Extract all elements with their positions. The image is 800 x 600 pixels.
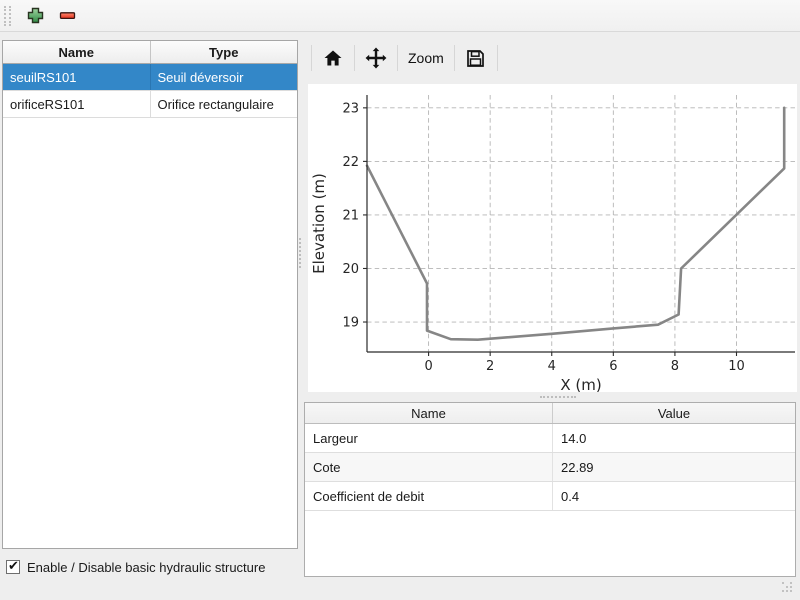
property-value[interactable]: 22.89 — [553, 453, 795, 481]
toolbar-separator — [497, 45, 498, 71]
plot-pan-button[interactable] — [360, 43, 392, 73]
remove-structure-button[interactable] — [53, 3, 81, 29]
property-value[interactable]: 14.0 — [553, 424, 795, 452]
svg-text:23: 23 — [342, 101, 359, 116]
structures-table-header: Name Type — [3, 41, 297, 64]
cross-section-figure: 0 2 4 6 8 10 19 20 21 22 23 X (m) Elevation (m) — [308, 84, 797, 392]
cell-name[interactable]: orificeRS101 — [3, 91, 151, 117]
svg-text:22: 22 — [342, 155, 359, 170]
enable-structure-checkbox-row[interactable]: Enable / Disable basic hydraulic structu… — [6, 558, 265, 576]
add-structure-button[interactable] — [21, 3, 49, 29]
home-icon — [323, 49, 343, 67]
svg-text:2: 2 — [486, 359, 494, 374]
toolbar-separator — [454, 45, 455, 71]
properties-table: Name Value Largeur 14.0 Cote 22.89 Coeff… — [304, 402, 796, 577]
plot-save-button[interactable] — [460, 43, 492, 73]
cell-type[interactable]: Seuil déversoir — [151, 64, 298, 90]
structures-table: Name Type seuilRS101 Seuil déversoir ori… — [2, 40, 298, 549]
panel-splitter-handle[interactable] — [299, 238, 304, 268]
plot-zoom-button[interactable]: Zoom — [403, 43, 449, 73]
plot-toolbar: Zoom — [306, 42, 503, 74]
svg-text:Elevation (m): Elevation (m) — [310, 173, 328, 274]
enable-structure-checkbox-label: Enable / Disable basic hydraulic structu… — [27, 560, 265, 575]
svg-text:19: 19 — [342, 316, 359, 331]
minus-icon — [59, 7, 76, 24]
enable-structure-checkbox[interactable] — [6, 560, 20, 574]
window-resize-grip[interactable] — [782, 582, 792, 592]
toolbar-drag-handle[interactable] — [4, 6, 11, 26]
cross-section-chart[interactable]: 0 2 4 6 8 10 19 20 21 22 23 X (m) Elevation (m) — [308, 84, 797, 392]
svg-text:X (m): X (m) — [560, 376, 601, 392]
svg-text:4: 4 — [548, 359, 556, 374]
svg-text:20: 20 — [342, 262, 359, 277]
main-toolbar — [0, 0, 800, 32]
property-name[interactable]: Cote — [305, 453, 553, 481]
toolbar-separator — [311, 45, 312, 71]
svg-text:0: 0 — [424, 359, 432, 374]
svg-text:8: 8 — [671, 359, 679, 374]
property-name[interactable]: Coefficient de debit — [305, 482, 553, 510]
cell-type[interactable]: Orifice rectangulaire — [151, 91, 298, 117]
cell-name[interactable]: seuilRS101 — [3, 64, 151, 90]
property-row-largeur[interactable]: Largeur 14.0 — [305, 424, 795, 453]
column-header-name[interactable]: Name — [3, 41, 151, 63]
column-header-name[interactable]: Name — [305, 403, 553, 423]
chart-table-splitter-handle[interactable] — [540, 396, 576, 401]
toolbar-separator — [354, 45, 355, 71]
property-value[interactable]: 0.4 — [553, 482, 795, 510]
property-row-coefficient[interactable]: Coefficient de debit 0.4 — [305, 482, 795, 511]
pan-arrows-icon — [365, 47, 387, 69]
plus-icon — [27, 7, 44, 24]
svg-text:6: 6 — [609, 359, 617, 374]
toolbar-separator — [397, 45, 398, 71]
table-row-seuil[interactable]: seuilRS101 Seuil déversoir — [3, 64, 297, 91]
column-header-value[interactable]: Value — [553, 403, 795, 423]
property-row-cote[interactable]: Cote 22.89 — [305, 453, 795, 482]
svg-text:10: 10 — [728, 359, 745, 374]
column-header-type[interactable]: Type — [151, 41, 298, 63]
properties-table-header: Name Value — [305, 403, 795, 424]
plot-home-button[interactable] — [317, 43, 349, 73]
svg-text:21: 21 — [342, 208, 359, 223]
save-floppy-icon — [465, 48, 486, 69]
table-row-orifice[interactable]: orificeRS101 Orifice rectangulaire — [3, 91, 297, 118]
property-name[interactable]: Largeur — [305, 424, 553, 452]
